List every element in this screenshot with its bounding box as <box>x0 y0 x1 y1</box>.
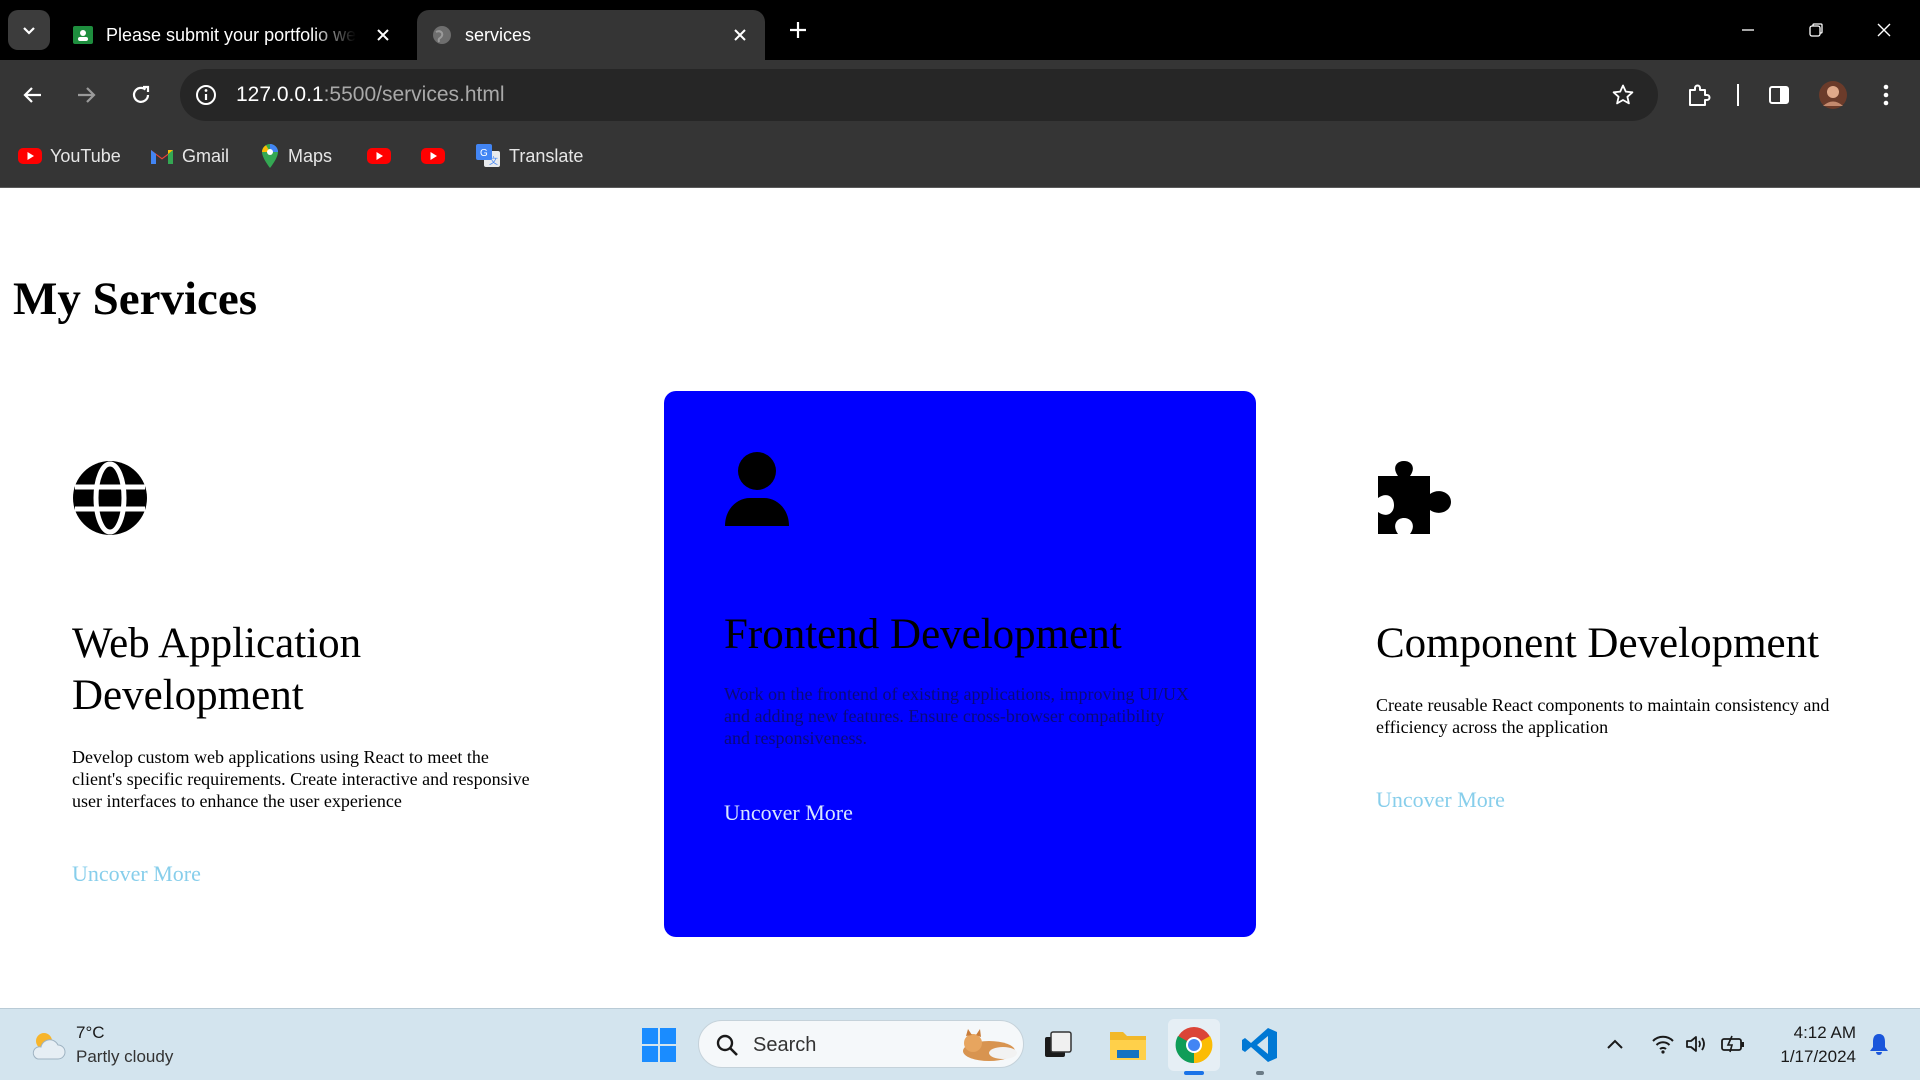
start-button[interactable] <box>633 1019 685 1071</box>
notification-bell-icon[interactable] <box>1864 1029 1894 1059</box>
tab-services[interactable]: services <box>417 10 765 60</box>
volume-icon[interactable] <box>1682 1029 1712 1059</box>
weather-temperature[interactable]: 7°C <box>76 1023 105 1043</box>
close-icon <box>1877 23 1891 37</box>
chevron-up-icon <box>1607 1039 1623 1049</box>
toolbar-divider <box>1737 84 1739 106</box>
more-menu-icon[interactable] <box>1866 75 1906 115</box>
minimize-button[interactable] <box>1714 0 1782 60</box>
site-info-icon[interactable] <box>186 75 226 115</box>
chrome-icon <box>1175 1027 1213 1064</box>
tab-portfolio[interactable]: Please submit your portfolio website <box>58 10 408 60</box>
gmail-icon <box>151 150 173 164</box>
globe-icon <box>72 460 148 541</box>
new-tab-button[interactable] <box>780 12 816 48</box>
translate-icon: G文 <box>476 144 500 167</box>
uncover-more-link[interactable]: Uncover More <box>724 800 853 826</box>
card-description: Work on the frontend of existing applica… <box>724 684 1189 748</box>
page-title: My Services <box>13 273 258 325</box>
reload-icon <box>132 85 150 103</box>
reload-button[interactable] <box>121 75 161 115</box>
battery-icon[interactable] <box>1718 1029 1748 1059</box>
bookmark-youtube-2[interactable] <box>367 140 391 172</box>
address-bar[interactable]: 127.0.0.1:5500/services.html <box>180 69 1658 121</box>
vscode-taskbar-button[interactable] <box>1234 1019 1286 1075</box>
task-view-button[interactable] <box>1032 1019 1084 1071</box>
chevron-down-icon <box>23 27 35 35</box>
card-description: Develop custom web applications using Re… <box>72 747 530 811</box>
search-highlight-illustration <box>963 1029 1017 1061</box>
back-button[interactable] <box>13 75 53 115</box>
arrow-right-icon <box>78 87 96 103</box>
card-title: Component Development <box>1376 620 1820 667</box>
bookmark-maps[interactable]: Maps <box>260 140 332 172</box>
tab-search-button[interactable] <box>8 10 50 50</box>
extensions-icon[interactable] <box>1679 75 1719 115</box>
card-title: Web Application Development <box>72 620 362 719</box>
bookmark-gmail[interactable]: Gmail <box>150 140 229 172</box>
task-view-icon <box>1045 1031 1072 1057</box>
wifi-icon[interactable] <box>1648 1029 1678 1059</box>
vscode-icon <box>1242 1028 1277 1062</box>
tab-strip: Please submit your portfolio website ser… <box>0 0 1920 60</box>
search-label: Search <box>753 1034 817 1056</box>
restore-button[interactable] <box>1782 0 1850 60</box>
profile-avatar[interactable] <box>1813 75 1853 115</box>
side-panel-icon[interactable] <box>1759 75 1799 115</box>
show-hidden-icons[interactable] <box>1600 1029 1630 1059</box>
youtube-icon <box>18 148 42 164</box>
bookmarks-bar: YouTube Gmail Maps G文 Translate <box>0 130 1920 182</box>
close-tab-icon[interactable] <box>727 22 753 48</box>
bookmark-youtube[interactable]: YouTube <box>18 140 121 172</box>
service-card-frontend: Frontend Development Work on the fronten… <box>664 391 1256 937</box>
weather-description[interactable]: Partly cloudy <box>76 1047 173 1067</box>
svg-text:G: G <box>480 148 488 159</box>
open-app-indicator <box>1256 1071 1264 1075</box>
service-card-web-app: Web Application Development Develop cust… <box>0 390 640 930</box>
globe-icon <box>431 24 453 46</box>
weather-icon[interactable] <box>26 1023 70 1067</box>
card-title: Frontend Development <box>724 611 1122 658</box>
user-icon <box>724 451 790 532</box>
arrow-left-icon <box>23 87 41 103</box>
bookmark-youtube-3[interactable] <box>421 140 445 172</box>
tab-title: services <box>465 24 532 45</box>
bookmark-star-icon[interactable] <box>1603 75 1643 115</box>
maps-icon <box>262 144 278 168</box>
uncover-more-link[interactable]: Uncover More <box>1376 787 1505 813</box>
close-tab-icon[interactable] <box>370 22 396 48</box>
restore-icon <box>1809 23 1823 37</box>
folder-icon <box>1110 1032 1146 1060</box>
url-text: 127.0.0.1:5500/services.html <box>236 83 505 106</box>
search-icon <box>716 1034 738 1056</box>
youtube-icon <box>367 148 391 164</box>
taskbar-search[interactable]: Search <box>698 1020 1024 1068</box>
youtube-icon <box>421 148 445 164</box>
svg-text:文: 文 <box>489 155 498 166</box>
puzzle-piece-icon <box>1376 460 1452 541</box>
file-explorer-button[interactable] <box>1102 1019 1154 1071</box>
tab-title: Please submit your portfolio website <box>106 24 356 45</box>
windows-logo-icon <box>642 1028 676 1062</box>
forward-button[interactable] <box>66 75 106 115</box>
minimize-icon <box>1742 29 1754 31</box>
chrome-taskbar-button[interactable] <box>1168 1019 1220 1075</box>
service-card-component: Component Development Create reusable Re… <box>1304 390 1904 930</box>
bookmark-translate[interactable]: G文 Translate <box>475 140 583 172</box>
close-window-button[interactable] <box>1850 0 1918 60</box>
clock-date[interactable]: 1/17/2024 <box>1780 1047 1856 1067</box>
active-app-indicator <box>1184 1071 1204 1075</box>
card-description: Create reusable React components to main… <box>1376 695 1830 737</box>
google-classroom-icon <box>72 24 94 46</box>
browser-toolbar: 127.0.0.1:5500/services.html YouTube Gma… <box>0 60 1920 188</box>
plus-icon <box>790 22 806 38</box>
uncover-more-link[interactable]: Uncover More <box>72 861 201 887</box>
taskbar: 7°C Partly cloudy Search 4:12 AM 1/17/20… <box>0 1008 1920 1080</box>
clock-time[interactable]: 4:12 AM <box>1794 1023 1856 1043</box>
